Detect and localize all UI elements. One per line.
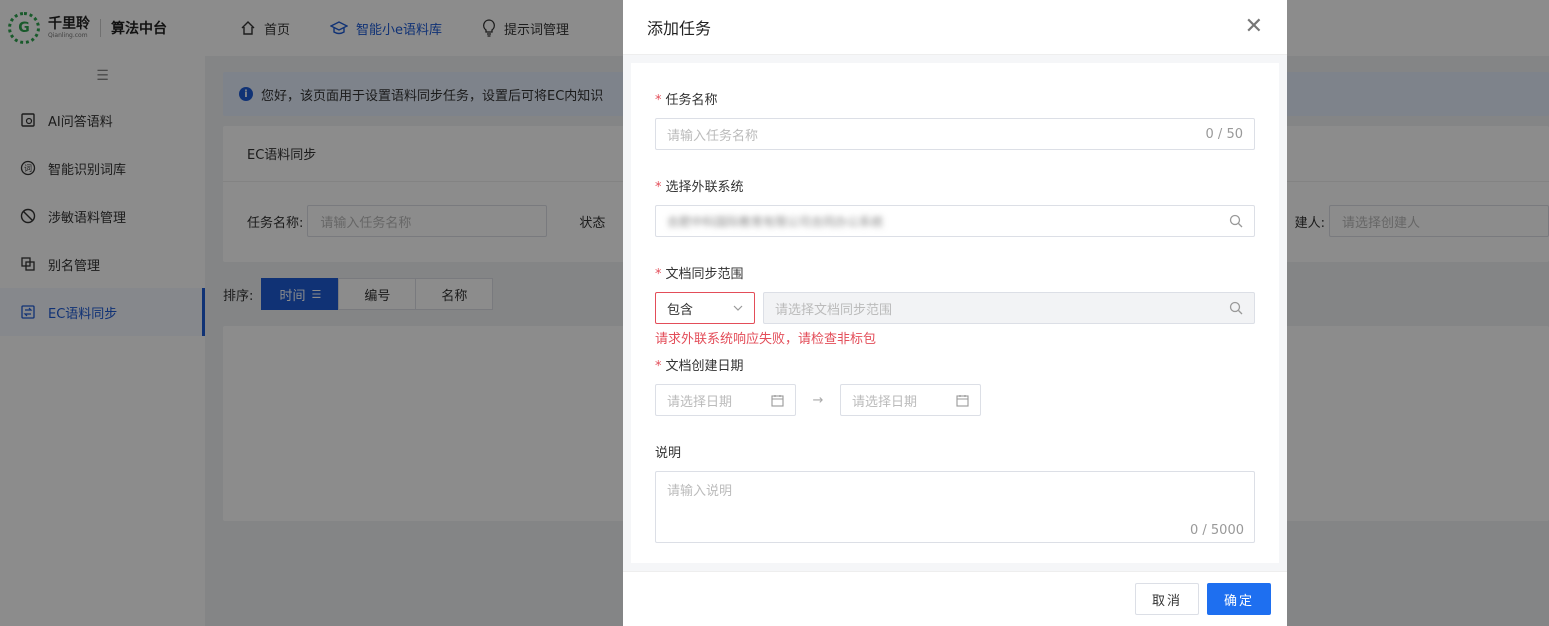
description-placeholder: 请输入说明 (667, 484, 733, 499)
dialog-header: 添加任务 ✕ (623, 0, 1287, 55)
start-date-placeholder: 请选择日期 (667, 394, 733, 410)
calendar-icon (956, 394, 969, 407)
doc-sync-range-error: 请求外联系统响应失败，请检查非标包 (655, 332, 877, 347)
task-name-input[interactable]: 请输入任务名称 0 / 50 (655, 118, 1255, 150)
external-system-label: 选择外联系统 (665, 180, 744, 195)
description-group: 说明 请输入说明 0 / 5000 (655, 442, 1255, 543)
confirm-button[interactable]: 确定 (1207, 583, 1271, 615)
start-date-picker[interactable]: 请选择日期 (655, 384, 796, 416)
required-mark: * (655, 359, 662, 374)
dialog-footer: 取消 确定 (623, 571, 1287, 626)
external-system-select[interactable]: 合肥中科国际教育有限公司合同办公系统 (655, 205, 1255, 237)
required-mark: * (655, 267, 662, 282)
task-name-placeholder: 请输入任务名称 (667, 128, 759, 144)
task-name-group: * 任务名称 请输入任务名称 0 / 50 (655, 89, 1255, 150)
add-task-dialog: 添加任务 ✕ * 任务名称 请输入任务名称 0 / 50 * 选择外联系统 合肥中科… (623, 0, 1287, 626)
doc-sync-range-placeholder: 请选择文档同步范围 (775, 302, 893, 318)
end-date-placeholder: 请选择日期 (852, 394, 918, 410)
range-type-value: 包含 (667, 302, 694, 318)
search-icon (1229, 301, 1243, 315)
chevron-down-icon (733, 305, 743, 311)
date-range-separator: → (812, 392, 824, 408)
required-mark: * (655, 93, 662, 108)
close-icon[interactable]: ✕ (1245, 16, 1263, 38)
end-date-picker[interactable]: 请选择日期 (840, 384, 981, 416)
dialog-title: 添加任务 (647, 19, 712, 38)
doc-sync-range-group: * 文档同步范围 包含 请选择文档同步范围 请求外联系统响应失败，请检查非标包 (655, 263, 1255, 347)
doc-sync-range-label: 文档同步范围 (665, 267, 744, 282)
description-label: 说明 (655, 446, 682, 461)
calendar-icon (771, 394, 784, 407)
task-name-char-count: 0 / 50 (1205, 126, 1243, 142)
external-system-value: 合肥中科国际教育有限公司合同办公系统 (667, 214, 884, 229)
doc-sync-range-select[interactable]: 请选择文档同步范围 (763, 292, 1255, 324)
task-name-label: 任务名称 (665, 93, 718, 108)
required-mark: * (655, 180, 662, 195)
cancel-button[interactable]: 取消 (1135, 583, 1199, 615)
description-textarea[interactable]: 请输入说明 0 / 5000 (655, 471, 1255, 543)
description-char-count: 0 / 5000 (1190, 523, 1244, 538)
search-icon (1229, 214, 1243, 228)
range-type-select[interactable]: 包含 (655, 292, 755, 324)
external-system-group: * 选择外联系统 合肥中科国际教育有限公司合同办公系统 (655, 176, 1255, 237)
doc-create-date-group: * 文档创建日期 请选择日期 → 请选择日期 (655, 355, 1255, 416)
doc-create-date-label: 文档创建日期 (665, 359, 744, 374)
dialog-body: * 任务名称 请输入任务名称 0 / 50 * 选择外联系统 合肥中科国际教育有限公… (631, 63, 1279, 563)
